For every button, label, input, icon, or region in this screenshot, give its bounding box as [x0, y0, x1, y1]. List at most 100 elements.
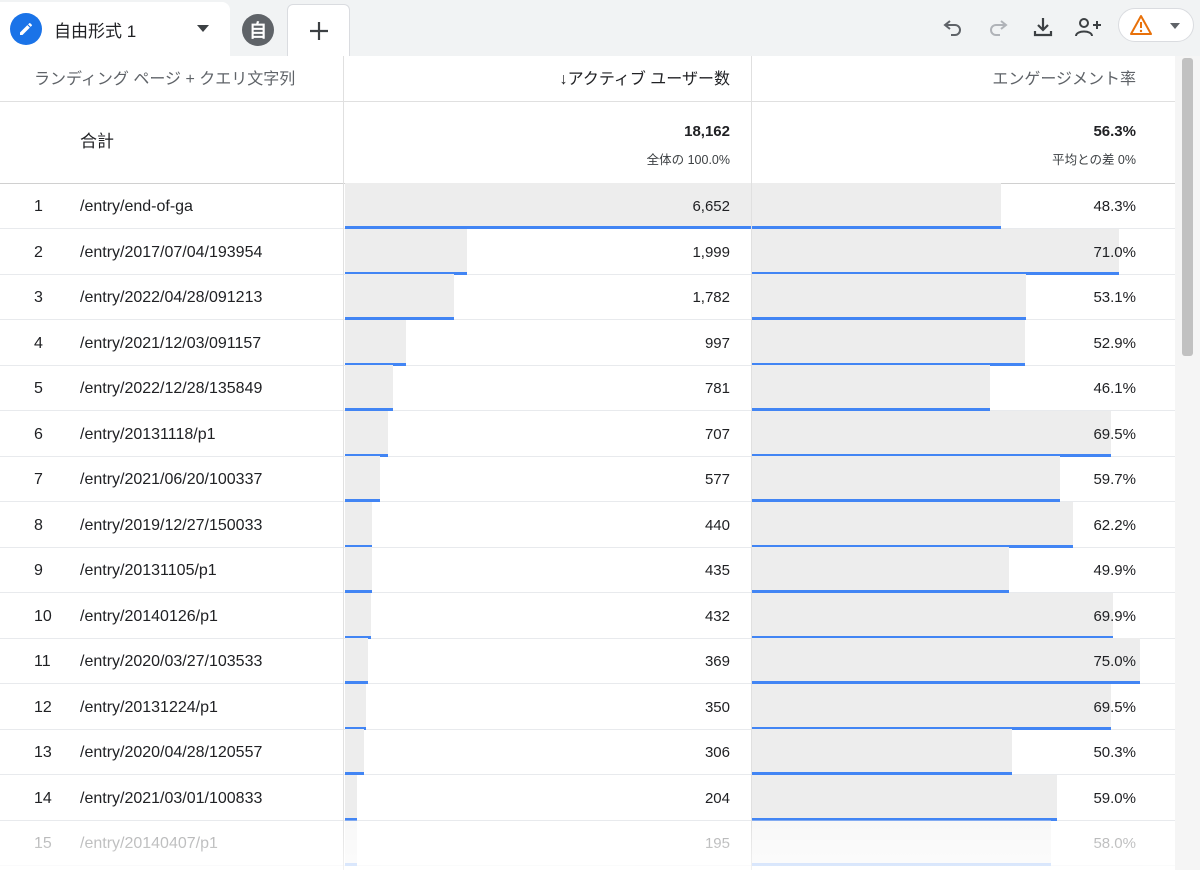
landing-page-path[interactable]: /entry/end-of-ga — [80, 183, 193, 231]
table-row[interactable]: 1/entry/end-of-ga 6,652 48.3% — [0, 183, 1175, 229]
landing-page-path[interactable]: /entry/2019/12/27/150033 — [80, 502, 262, 550]
active-users-value: 1,782 — [692, 289, 730, 306]
table-row[interactable]: 12/entry/20131224/p1 350 69.5% — [0, 683, 1175, 732]
row-number: 8 — [34, 516, 43, 534]
table-row[interactable]: 13/entry/2020/04/28/120557 306 50.3% — [0, 729, 1175, 775]
header-landing-page[interactable]: ランディング ページ + クエリ文字列 — [34, 56, 295, 101]
download-icon — [1033, 18, 1053, 37]
share-user-icon — [1075, 18, 1101, 37]
active-users-value: 781 — [704, 380, 730, 397]
scrollbar-thumb[interactable] — [1182, 58, 1193, 356]
active-users-value: 1,999 — [692, 243, 730, 261]
data-table: ランディング ページ + クエリ文字列 ↓アクティブ ユーザー数 エンゲージメン… — [0, 56, 1175, 870]
landing-page-path[interactable]: /entry/20140126/p1 — [80, 593, 218, 641]
landing-page-path[interactable]: /entry/2021/06/20/100337 — [80, 456, 262, 504]
undo-button[interactable] — [938, 12, 968, 42]
table-header: ランディング ページ + クエリ文字列 ↓アクティブ ユーザー数 エンゲージメン… — [0, 56, 1175, 102]
plus-icon — [309, 21, 328, 40]
tab-free-form[interactable]: 自由形式 1 — [0, 2, 230, 56]
row-number: 9 — [34, 562, 43, 579]
landing-page-path[interactable]: /entry/20131224/p1 — [80, 684, 218, 732]
undo-icon — [943, 20, 961, 36]
row-number: 6 — [34, 425, 43, 443]
table-row[interactable]: 6/entry/20131118/p1 707 69.5% — [0, 410, 1175, 459]
active-users-value: 440 — [704, 516, 730, 534]
landing-page-path[interactable]: /entry/2021/03/01/100833 — [80, 775, 262, 823]
engagement-rate-value: 69.9% — [1093, 607, 1136, 625]
totals-label: 合計 — [80, 132, 114, 151]
active-users-value: 6,652 — [692, 198, 730, 215]
table-row[interactable]: 5/entry/2022/12/28/135849 781 46.1% — [0, 365, 1175, 411]
tab-bar: 自由形式 1 自 — [0, 0, 1200, 56]
download-button[interactable] — [1028, 12, 1058, 42]
row-number: 10 — [34, 607, 52, 625]
row-number: 12 — [34, 698, 52, 716]
landing-page-path[interactable]: /entry/2021/12/03/091157 — [80, 320, 261, 368]
active-users-value: 369 — [704, 653, 730, 670]
row-number: 13 — [34, 744, 52, 761]
engagement-rate-value: 52.9% — [1093, 334, 1136, 352]
landing-page-path[interactable]: /entry/2020/03/27/103533 — [80, 638, 262, 686]
totals-row: 合計 18,162 全体の 100.0% 56.3% 平均との差 0% — [0, 101, 1175, 184]
active-users-value: 997 — [704, 334, 730, 352]
row-number: 1 — [34, 198, 43, 215]
chevron-down-icon[interactable] — [196, 24, 210, 34]
column-divider — [343, 56, 344, 870]
engagement-rate-value: 69.5% — [1093, 425, 1136, 443]
engagement-rate-value: 53.1% — [1093, 289, 1136, 306]
column-divider — [751, 56, 752, 870]
table-row[interactable]: 2/entry/2017/07/04/193954 1,999 71.0% — [0, 228, 1175, 277]
landing-page-path[interactable]: /entry/2022/12/28/135849 — [80, 365, 262, 413]
bottom-fade — [0, 820, 1175, 870]
engagement-rate-value: 48.3% — [1093, 198, 1136, 215]
table-row[interactable]: 9/entry/20131105/p1 435 49.9% — [0, 547, 1175, 593]
engagement-rate-value: 46.1% — [1093, 380, 1136, 397]
pencil-icon — [20, 22, 33, 35]
row-number: 3 — [34, 289, 43, 306]
active-users-value: 350 — [704, 698, 730, 716]
table-row[interactable]: 10/entry/20140126/p1 432 69.9% — [0, 592, 1175, 641]
tab-title: 自由形式 1 — [54, 21, 137, 41]
active-users-value: 432 — [704, 607, 730, 625]
row-number: 4 — [34, 334, 43, 352]
engagement-rate-value: 59.7% — [1093, 471, 1136, 488]
active-users-value: 306 — [704, 744, 730, 761]
row-number: 11 — [34, 653, 51, 670]
total-engagement-rate: 56.3% — [1093, 123, 1136, 140]
landing-page-path[interactable]: /entry/20131118/p1 — [80, 411, 216, 459]
table-row[interactable]: 14/entry/2021/03/01/100833 204 59.0% — [0, 774, 1175, 823]
table-row[interactable]: 4/entry/2021/12/03/091157 997 52.9% — [0, 319, 1175, 368]
landing-page-path[interactable]: /entry/2017/07/04/193954 — [80, 229, 262, 277]
engagement-rate-value: 71.0% — [1093, 243, 1136, 261]
warning-menu-button[interactable] — [1118, 8, 1194, 42]
header-engagement-rate[interactable]: エンゲージメント率 — [752, 56, 1136, 101]
table-row[interactable]: 8/entry/2019/12/27/150033 440 62.2% — [0, 501, 1175, 550]
share-button[interactable] — [1073, 12, 1103, 42]
table-row[interactable]: 7/entry/2021/06/20/100337 577 59.7% — [0, 456, 1175, 502]
landing-page-path[interactable]: /entry/2020/04/28/120557 — [80, 729, 262, 777]
redo-button[interactable] — [983, 12, 1013, 42]
edit-pencil-button[interactable] — [10, 13, 42, 45]
engagement-rate-value: 69.5% — [1093, 698, 1136, 716]
total-active-users-share: 全体の 100.0% — [646, 153, 730, 167]
active-users-value: 707 — [704, 425, 730, 443]
total-engagement-diff: 平均との差 0% — [1052, 153, 1136, 167]
table-row[interactable]: 11/entry/2020/03/27/103533 369 75.0% — [0, 638, 1175, 684]
active-users-value: 204 — [704, 789, 730, 807]
warning-icon — [1130, 15, 1152, 35]
engagement-rate-value: 50.3% — [1093, 744, 1136, 761]
header-active-users[interactable]: ↓アクティブ ユーザー数 — [344, 56, 730, 101]
total-active-users: 18,162 — [684, 123, 730, 140]
tab-self-badge[interactable]: 自 — [242, 14, 274, 46]
engagement-rate-value: 62.2% — [1093, 516, 1136, 534]
landing-page-path[interactable]: /entry/2022/04/28/091213 — [80, 274, 262, 322]
add-tab-button[interactable] — [287, 4, 350, 56]
row-number: 2 — [34, 243, 43, 261]
table-row[interactable]: 3/entry/2022/04/28/091213 1,782 53.1% — [0, 274, 1175, 320]
engagement-rate-value: 59.0% — [1093, 789, 1136, 807]
active-users-value: 577 — [704, 471, 730, 488]
landing-page-path[interactable]: /entry/20131105/p1 — [80, 547, 217, 595]
row-number: 14 — [34, 789, 52, 807]
redo-icon — [990, 20, 1008, 36]
engagement-rate-value: 49.9% — [1093, 562, 1136, 579]
